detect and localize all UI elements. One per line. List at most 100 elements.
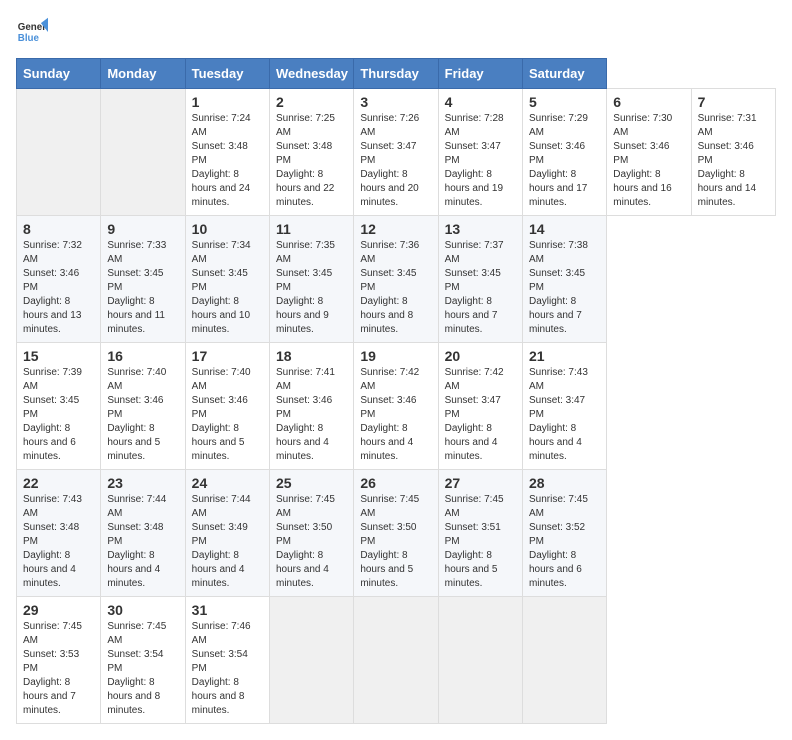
calendar-cell: 18 Sunrise: 7:41 AMSunset: 3:46 PMDaylig… bbox=[269, 343, 353, 470]
sunrise-text: Sunrise: 7:40 AMSunset: 3:46 PMDaylight:… bbox=[107, 367, 166, 462]
calendar-cell: 20 Sunrise: 7:42 AMSunset: 3:47 PMDaylig… bbox=[438, 343, 522, 470]
day-number: 2 bbox=[276, 94, 347, 110]
weekday-header-friday: Friday bbox=[438, 59, 522, 89]
day-number: 15 bbox=[23, 348, 94, 364]
sunrise-text: Sunrise: 7:32 AMSunset: 3:46 PMDaylight:… bbox=[23, 240, 82, 335]
day-number: 21 bbox=[529, 348, 600, 364]
day-number: 28 bbox=[529, 475, 600, 491]
sunrise-text: Sunrise: 7:44 AMSunset: 3:49 PMDaylight:… bbox=[192, 494, 251, 589]
calendar-cell: 7 Sunrise: 7:31 AMSunset: 3:46 PMDayligh… bbox=[691, 89, 775, 216]
sunrise-text: Sunrise: 7:45 AMSunset: 3:51 PMDaylight:… bbox=[445, 494, 504, 589]
day-number: 5 bbox=[529, 94, 600, 110]
calendar-cell: 1 Sunrise: 7:24 AMSunset: 3:48 PMDayligh… bbox=[185, 89, 269, 216]
calendar-cell: 25 Sunrise: 7:45 AMSunset: 3:50 PMDaylig… bbox=[269, 470, 353, 597]
sunrise-text: Sunrise: 7:39 AMSunset: 3:45 PMDaylight:… bbox=[23, 367, 82, 462]
calendar-cell: 23 Sunrise: 7:44 AMSunset: 3:48 PMDaylig… bbox=[101, 470, 185, 597]
sunrise-text: Sunrise: 7:45 AMSunset: 3:50 PMDaylight:… bbox=[276, 494, 335, 589]
weekday-header-saturday: Saturday bbox=[522, 59, 606, 89]
day-number: 24 bbox=[192, 475, 263, 491]
day-number: 1 bbox=[192, 94, 263, 110]
day-number: 22 bbox=[23, 475, 94, 491]
calendar-cell bbox=[269, 597, 353, 724]
calendar-cell: 15 Sunrise: 7:39 AMSunset: 3:45 PMDaylig… bbox=[17, 343, 101, 470]
weekday-header-wednesday: Wednesday bbox=[269, 59, 353, 89]
day-number: 7 bbox=[698, 94, 769, 110]
calendar-cell: 21 Sunrise: 7:43 AMSunset: 3:47 PMDaylig… bbox=[522, 343, 606, 470]
calendar-table: SundayMondayTuesdayWednesdayThursdayFrid… bbox=[16, 58, 776, 724]
day-number: 26 bbox=[360, 475, 431, 491]
calendar-week-2: 8 Sunrise: 7:32 AMSunset: 3:46 PMDayligh… bbox=[17, 216, 776, 343]
day-number: 11 bbox=[276, 221, 347, 237]
calendar-cell: 29 Sunrise: 7:45 AMSunset: 3:53 PMDaylig… bbox=[17, 597, 101, 724]
sunrise-text: Sunrise: 7:45 AMSunset: 3:54 PMDaylight:… bbox=[107, 621, 166, 716]
day-number: 29 bbox=[23, 602, 94, 618]
day-number: 30 bbox=[107, 602, 178, 618]
day-number: 9 bbox=[107, 221, 178, 237]
calendar-cell: 14 Sunrise: 7:38 AMSunset: 3:45 PMDaylig… bbox=[522, 216, 606, 343]
day-number: 10 bbox=[192, 221, 263, 237]
sunrise-text: Sunrise: 7:26 AMSunset: 3:47 PMDaylight:… bbox=[360, 113, 419, 208]
calendar-cell bbox=[17, 89, 101, 216]
sunrise-text: Sunrise: 7:42 AMSunset: 3:46 PMDaylight:… bbox=[360, 367, 419, 462]
calendar-cell: 11 Sunrise: 7:35 AMSunset: 3:45 PMDaylig… bbox=[269, 216, 353, 343]
day-number: 18 bbox=[276, 348, 347, 364]
weekday-header-sunday: Sunday bbox=[17, 59, 101, 89]
day-number: 14 bbox=[529, 221, 600, 237]
sunrise-text: Sunrise: 7:40 AMSunset: 3:46 PMDaylight:… bbox=[192, 367, 251, 462]
day-number: 8 bbox=[23, 221, 94, 237]
calendar-cell bbox=[101, 89, 185, 216]
page-header: General Blue bbox=[16, 16, 776, 48]
sunrise-text: Sunrise: 7:36 AMSunset: 3:45 PMDaylight:… bbox=[360, 240, 419, 335]
calendar-cell bbox=[354, 597, 438, 724]
sunrise-text: Sunrise: 7:41 AMSunset: 3:46 PMDaylight:… bbox=[276, 367, 335, 462]
calendar-cell: 24 Sunrise: 7:44 AMSunset: 3:49 PMDaylig… bbox=[185, 470, 269, 597]
sunrise-text: Sunrise: 7:45 AMSunset: 3:50 PMDaylight:… bbox=[360, 494, 419, 589]
sunrise-text: Sunrise: 7:29 AMSunset: 3:46 PMDaylight:… bbox=[529, 113, 588, 208]
calendar-cell: 28 Sunrise: 7:45 AMSunset: 3:52 PMDaylig… bbox=[522, 470, 606, 597]
sunrise-text: Sunrise: 7:45 AMSunset: 3:52 PMDaylight:… bbox=[529, 494, 588, 589]
sunrise-text: Sunrise: 7:30 AMSunset: 3:46 PMDaylight:… bbox=[613, 113, 672, 208]
calendar-cell: 31 Sunrise: 7:46 AMSunset: 3:54 PMDaylig… bbox=[185, 597, 269, 724]
day-number: 20 bbox=[445, 348, 516, 364]
logo: General Blue bbox=[16, 16, 48, 48]
calendar-cell: 10 Sunrise: 7:34 AMSunset: 3:45 PMDaylig… bbox=[185, 216, 269, 343]
sunrise-text: Sunrise: 7:28 AMSunset: 3:47 PMDaylight:… bbox=[445, 113, 504, 208]
day-number: 4 bbox=[445, 94, 516, 110]
sunrise-text: Sunrise: 7:45 AMSunset: 3:53 PMDaylight:… bbox=[23, 621, 82, 716]
calendar-cell: 8 Sunrise: 7:32 AMSunset: 3:46 PMDayligh… bbox=[17, 216, 101, 343]
svg-text:Blue: Blue bbox=[18, 33, 40, 44]
calendar-week-1: 1 Sunrise: 7:24 AMSunset: 3:48 PMDayligh… bbox=[17, 89, 776, 216]
logo-icon: General Blue bbox=[16, 16, 48, 48]
sunrise-text: Sunrise: 7:33 AMSunset: 3:45 PMDaylight:… bbox=[107, 240, 166, 335]
day-number: 27 bbox=[445, 475, 516, 491]
day-number: 16 bbox=[107, 348, 178, 364]
day-number: 25 bbox=[276, 475, 347, 491]
weekday-header-monday: Monday bbox=[101, 59, 185, 89]
calendar-week-4: 22 Sunrise: 7:43 AMSunset: 3:48 PMDaylig… bbox=[17, 470, 776, 597]
sunrise-text: Sunrise: 7:25 AMSunset: 3:48 PMDaylight:… bbox=[276, 113, 335, 208]
calendar-cell: 5 Sunrise: 7:29 AMSunset: 3:46 PMDayligh… bbox=[522, 89, 606, 216]
sunrise-text: Sunrise: 7:43 AMSunset: 3:47 PMDaylight:… bbox=[529, 367, 588, 462]
calendar-cell: 6 Sunrise: 7:30 AMSunset: 3:46 PMDayligh… bbox=[607, 89, 691, 216]
sunrise-text: Sunrise: 7:46 AMSunset: 3:54 PMDaylight:… bbox=[192, 621, 251, 716]
calendar-week-5: 29 Sunrise: 7:45 AMSunset: 3:53 PMDaylig… bbox=[17, 597, 776, 724]
calendar-cell: 30 Sunrise: 7:45 AMSunset: 3:54 PMDaylig… bbox=[101, 597, 185, 724]
sunrise-text: Sunrise: 7:43 AMSunset: 3:48 PMDaylight:… bbox=[23, 494, 82, 589]
calendar-cell bbox=[522, 597, 606, 724]
calendar-cell bbox=[438, 597, 522, 724]
day-number: 6 bbox=[613, 94, 684, 110]
calendar-cell: 4 Sunrise: 7:28 AMSunset: 3:47 PMDayligh… bbox=[438, 89, 522, 216]
sunrise-text: Sunrise: 7:37 AMSunset: 3:45 PMDaylight:… bbox=[445, 240, 504, 335]
calendar-cell: 13 Sunrise: 7:37 AMSunset: 3:45 PMDaylig… bbox=[438, 216, 522, 343]
day-number: 17 bbox=[192, 348, 263, 364]
day-number: 12 bbox=[360, 221, 431, 237]
calendar-cell: 2 Sunrise: 7:25 AMSunset: 3:48 PMDayligh… bbox=[269, 89, 353, 216]
sunrise-text: Sunrise: 7:42 AMSunset: 3:47 PMDaylight:… bbox=[445, 367, 504, 462]
sunrise-text: Sunrise: 7:34 AMSunset: 3:45 PMDaylight:… bbox=[192, 240, 251, 335]
weekday-header-thursday: Thursday bbox=[354, 59, 438, 89]
calendar-week-3: 15 Sunrise: 7:39 AMSunset: 3:45 PMDaylig… bbox=[17, 343, 776, 470]
sunrise-text: Sunrise: 7:35 AMSunset: 3:45 PMDaylight:… bbox=[276, 240, 335, 335]
sunrise-text: Sunrise: 7:24 AMSunset: 3:48 PMDaylight:… bbox=[192, 113, 251, 208]
calendar-cell: 16 Sunrise: 7:40 AMSunset: 3:46 PMDaylig… bbox=[101, 343, 185, 470]
calendar-cell: 12 Sunrise: 7:36 AMSunset: 3:45 PMDaylig… bbox=[354, 216, 438, 343]
